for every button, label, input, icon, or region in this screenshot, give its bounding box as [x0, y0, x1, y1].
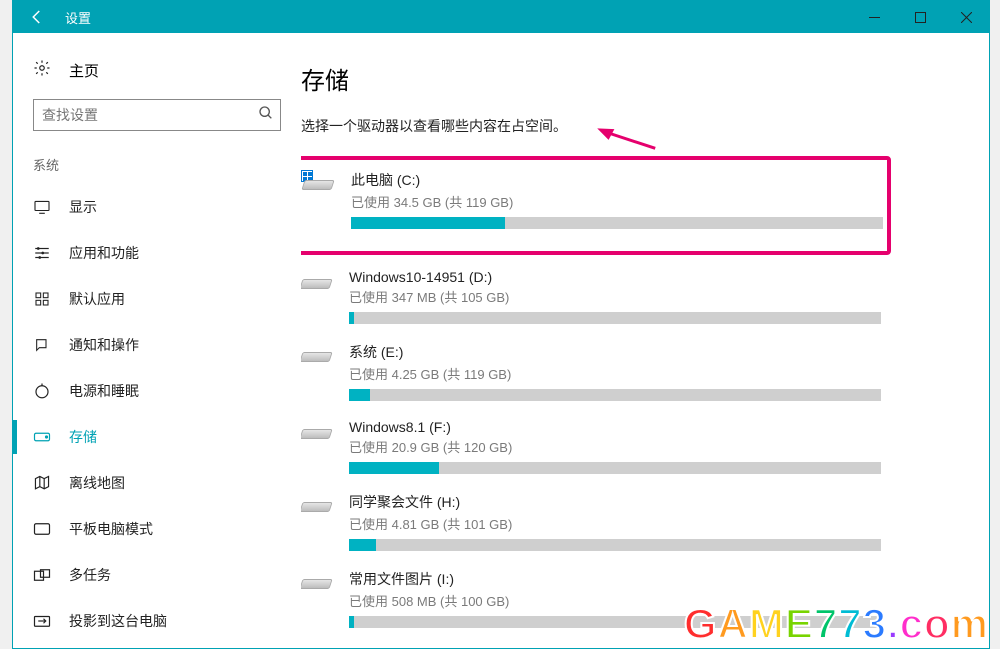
drive-name: 此电脑 (C:) [351, 170, 883, 190]
drive-row[interactable]: Windows10-14951 (D:) 已使用 347 MB (共 105 GB… [301, 263, 881, 336]
gear-icon [33, 59, 51, 81]
drive-row[interactable]: 同学聚会文件 (H:) 已使用 4.81 GB (共 101 GB) [301, 486, 881, 563]
sidebar-item-8[interactable]: 多任务 [13, 552, 301, 598]
nav-icon [33, 200, 51, 214]
sidebar-item-label: 离线地图 [69, 473, 125, 493]
settings-window: 设置 主页 [12, 0, 990, 649]
sidebar-item-label: 电源和睡眠 [69, 381, 139, 401]
sidebar-item-4[interactable]: 电源和睡眠 [13, 368, 301, 414]
minimize-button[interactable] [851, 1, 897, 33]
usage-bar [349, 462, 881, 474]
search-input[interactable] [42, 107, 258, 123]
highlight-box: 此电脑 (C:) 已使用 34.5 GB (共 119 GB) [301, 156, 891, 255]
sidebar-item-3[interactable]: 通知和操作 [13, 322, 301, 368]
drive-icon [301, 494, 331, 518]
nav-icon [33, 568, 51, 582]
sidebar-item-label: 默认应用 [69, 289, 125, 309]
drive-row[interactable]: 备份文件 (J:)已使用 55.5 GB (共 99.9 GB) [301, 640, 881, 648]
drive-row[interactable]: 系统 (E:) 已使用 4.25 GB (共 119 GB) [301, 336, 881, 413]
drive-usage: 已使用 34.5 GB (共 119 GB) [351, 192, 883, 211]
drive-name: Windows8.1 (F:) [349, 419, 881, 435]
titlebar: 设置 [13, 1, 989, 33]
drive-row[interactable]: 常用文件图片 (I:) 已使用 508 MB (共 100 GB) [301, 563, 881, 640]
sidebar-item-label: 通知和操作 [69, 335, 139, 355]
nav-icon [33, 382, 51, 400]
drive-name: Windows10-14951 (D:) [349, 269, 881, 285]
usage-bar [349, 539, 881, 551]
nav-icon [33, 291, 51, 307]
drive-usage: 已使用 508 MB (共 100 GB) [349, 591, 881, 610]
usage-bar [349, 312, 881, 324]
sidebar-item-label: 显示 [69, 197, 97, 217]
drive-name: 备份文件 (J:) [349, 646, 881, 648]
nav-icon [33, 614, 51, 628]
drive-name: 同学聚会文件 (H:) [349, 492, 881, 512]
drive-name: 常用文件图片 (I:) [349, 569, 881, 589]
sidebar-item-label: 存储 [69, 427, 97, 447]
page-title: 存储 [301, 61, 973, 96]
drive-icon [301, 421, 331, 445]
drive-icon [303, 172, 333, 196]
drive-icon [301, 271, 331, 295]
maximize-button[interactable] [897, 1, 943, 33]
drive-icon [301, 571, 331, 595]
sidebar-item-1[interactable]: 应用和功能 [13, 230, 301, 276]
content-area: 存储 选择一个驱动器以查看哪些内容在占空间。 此电脑 (C:)已使用 34.5 … [301, 33, 989, 648]
window-title: 设置 [65, 8, 91, 27]
home-link[interactable]: 主页 [13, 51, 301, 89]
sidebar-item-0[interactable]: 显示 [13, 184, 301, 230]
drive-row[interactable]: Windows8.1 (F:) 已使用 20.9 GB (共 120 GB) [301, 413, 881, 486]
usage-bar [349, 616, 881, 628]
nav-icon [33, 522, 51, 536]
sidebar-item-label: 多任务 [69, 565, 111, 585]
sidebar-category: 系统 [13, 149, 301, 184]
usage-bar [349, 389, 881, 401]
drive-name: 系统 (E:) [349, 342, 881, 362]
drive-row[interactable]: 此电脑 (C:) 已使用 34.5 GB (共 119 GB) [303, 164, 883, 241]
drive-usage: 已使用 4.25 GB (共 119 GB) [349, 364, 881, 383]
nav-icon [33, 245, 51, 261]
sidebar-item-9[interactable]: 投影到这台电脑 [13, 598, 301, 644]
search-icon [258, 105, 274, 126]
drive-icon [301, 344, 331, 368]
sidebar-item-2[interactable]: 默认应用 [13, 276, 301, 322]
sidebar-item-label: 投影到这台电脑 [69, 611, 167, 631]
sidebar: 主页 系统 显示应用和功能默认应用通知和操作电源和睡眠存储离线地图平板电脑模式多… [13, 33, 301, 648]
search-box[interactable] [33, 99, 281, 131]
sidebar-item-5[interactable]: 存储 [13, 414, 301, 460]
close-button[interactable] [943, 1, 989, 33]
nav-icon [33, 475, 51, 491]
drive-usage: 已使用 20.9 GB (共 120 GB) [349, 437, 881, 456]
sidebar-item-label: 平板电脑模式 [69, 519, 153, 539]
nav-icon [33, 431, 51, 443]
sidebar-item-7[interactable]: 平板电脑模式 [13, 506, 301, 552]
usage-bar [351, 217, 883, 229]
sidebar-item-6[interactable]: 离线地图 [13, 460, 301, 506]
nav-icon [33, 337, 51, 353]
window-controls [851, 1, 989, 33]
sidebar-item-label: 应用和功能 [69, 243, 139, 263]
back-button[interactable] [13, 1, 61, 33]
home-label: 主页 [69, 60, 99, 81]
drive-usage: 已使用 4.81 GB (共 101 GB) [349, 514, 881, 533]
drive-usage: 已使用 347 MB (共 105 GB) [349, 287, 881, 306]
